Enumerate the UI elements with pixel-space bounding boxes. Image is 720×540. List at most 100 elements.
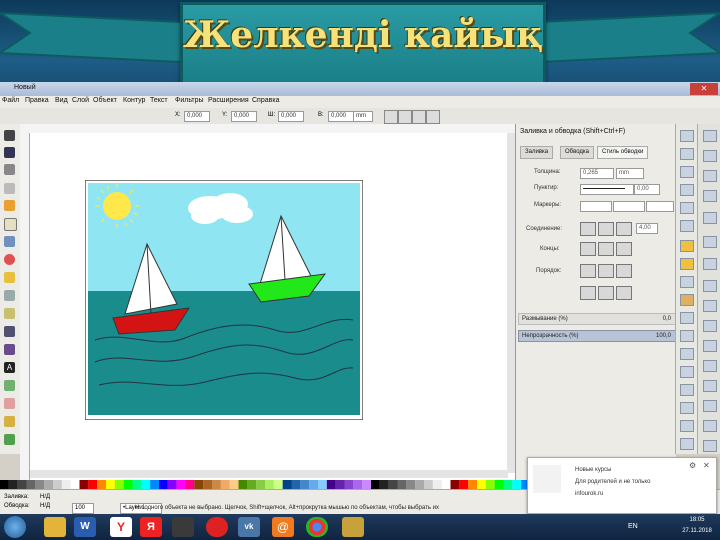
palette-swatch[interactable]: [441, 480, 451, 489]
menu-view[interactable]: Вид: [55, 97, 68, 104]
palette-swatch[interactable]: [512, 480, 522, 489]
snap-path-icon[interactable]: [703, 236, 717, 248]
palette-swatch[interactable]: [291, 480, 301, 489]
palette-swatch[interactable]: [132, 480, 142, 489]
pen-tool-icon[interactable]: [4, 326, 15, 337]
x-field[interactable]: 0,000: [184, 111, 210, 122]
palette-swatch[interactable]: [35, 480, 45, 489]
snap-bbox-corner-icon[interactable]: [703, 190, 717, 202]
fill-indicator-value[interactable]: Н/Д: [40, 494, 50, 500]
width-unit-select[interactable]: mm: [616, 168, 644, 179]
zoom-selection-icon[interactable]: [680, 312, 694, 324]
language-indicator[interactable]: EN: [628, 523, 638, 530]
w-field[interactable]: 0,000: [278, 111, 304, 122]
color-palette[interactable]: [0, 480, 530, 489]
vk-icon[interactable]: vk: [238, 517, 260, 537]
palette-swatch[interactable]: [353, 480, 363, 489]
palette-swatch[interactable]: [494, 480, 504, 489]
word-icon[interactable]: W: [74, 517, 96, 537]
palette-swatch[interactable]: [503, 480, 513, 489]
copy-icon[interactable]: [680, 276, 694, 288]
transform-gradient-button[interactable]: [412, 110, 426, 124]
ungroup-icon[interactable]: [680, 420, 694, 432]
palette-swatch[interactable]: [150, 480, 159, 489]
butt-cap-button[interactable]: [580, 242, 596, 256]
close-icon[interactable]: ✕: [703, 461, 710, 470]
blur-slider[interactable]: Размывание (%) 0,0: [518, 313, 678, 325]
tweak-tool-icon[interactable]: [4, 164, 15, 175]
inkscape-icon[interactable]: [172, 517, 194, 537]
palette-swatch[interactable]: [141, 480, 151, 489]
opera-icon[interactable]: [206, 517, 228, 537]
palette-swatch[interactable]: [415, 480, 424, 489]
palette-swatch[interactable]: [194, 480, 204, 489]
snap-text-icon[interactable]: [703, 380, 717, 392]
menu-filters[interactable]: Фильтры: [175, 97, 204, 104]
menu-extensions[interactable]: Расширения: [208, 97, 249, 104]
clock-date[interactable]: 27.11.2018: [680, 528, 714, 534]
snap-page-icon[interactable]: [703, 400, 717, 412]
opacity-field[interactable]: 100: [72, 503, 94, 514]
zoom-page-icon[interactable]: [680, 348, 694, 360]
menu-help[interactable]: Справка: [252, 97, 279, 104]
opacity-slider[interactable]: Непрозрачность (%) 100,0: [518, 330, 678, 342]
palette-swatch[interactable]: [97, 480, 106, 489]
horizontal-scrollbar[interactable]: [30, 470, 508, 478]
clock-time[interactable]: 18:05: [680, 517, 714, 523]
snap-nodes-icon[interactable]: [703, 212, 717, 224]
dashes-select[interactable]: [580, 184, 634, 195]
eraser-tool-icon[interactable]: [4, 398, 15, 409]
palette-swatch[interactable]: [53, 480, 62, 489]
y-field[interactable]: 0,000: [231, 111, 257, 122]
transform-pattern-button[interactable]: [426, 110, 440, 124]
palette-swatch[interactable]: [282, 480, 292, 489]
order-stroke-fill-button[interactable]: [598, 264, 614, 278]
start-button[interactable]: [4, 516, 26, 538]
snap-bbox-edge-icon[interactable]: [703, 170, 717, 182]
palette-swatch[interactable]: [88, 480, 98, 489]
fill-stroke-icon[interactable]: [680, 438, 694, 450]
text-tool-icon[interactable]: A: [4, 362, 15, 373]
square-cap-button[interactable]: [616, 242, 632, 256]
spiral-tool-icon[interactable]: [4, 290, 15, 301]
group-icon[interactable]: [680, 402, 694, 414]
palette-swatch[interactable]: [397, 480, 407, 489]
paste-icon[interactable]: [680, 294, 694, 306]
palette-swatch[interactable]: [273, 480, 283, 489]
duplicate-icon[interactable]: [680, 366, 694, 378]
palette-swatch[interactable]: [159, 480, 168, 489]
palette-swatch[interactable]: [450, 480, 460, 489]
print-icon[interactable]: [680, 184, 694, 196]
palette-swatch[interactable]: [44, 480, 53, 489]
palette-swatch[interactable]: [220, 480, 230, 489]
snap-grid-icon[interactable]: [703, 420, 717, 432]
palette-swatch[interactable]: [485, 480, 495, 489]
palette-swatch[interactable]: [167, 480, 177, 489]
pencil-tool-icon[interactable]: [4, 308, 15, 319]
menu-file[interactable]: Файл: [2, 97, 19, 104]
round-join-button[interactable]: [598, 222, 614, 236]
tab-stroke-paint[interactable]: Обводка: [560, 146, 595, 159]
save-icon[interactable]: [680, 166, 694, 178]
palette-swatch[interactable]: [335, 480, 345, 489]
sailboat-drawing[interactable]: [85, 180, 363, 420]
snap-bbox-icon[interactable]: [703, 150, 717, 162]
order-markers-fill-button[interactable]: [616, 286, 632, 300]
calligraphy-tool-icon[interactable]: [4, 344, 15, 355]
yandex-browser-icon[interactable]: Y: [110, 517, 132, 537]
bevel-join-button[interactable]: [616, 222, 632, 236]
palette-swatch[interactable]: [432, 480, 442, 489]
close-icon[interactable]: ✕: [690, 83, 718, 95]
palette-swatch[interactable]: [344, 480, 354, 489]
snap-midpoint-icon[interactable]: [703, 320, 717, 332]
menu-edit[interactable]: Правка: [25, 97, 49, 104]
menu-text[interactable]: Текст: [150, 97, 168, 104]
palette-swatch[interactable]: [114, 480, 124, 489]
palette-swatch[interactable]: [379, 480, 389, 489]
snap-guide-icon[interactable]: [703, 440, 717, 452]
palette-swatch[interactable]: [79, 480, 89, 489]
transform-stroke-button[interactable]: [384, 110, 398, 124]
snap-smooth-icon[interactable]: [703, 300, 717, 312]
snap-intersection-icon[interactable]: [703, 258, 717, 270]
undo-icon[interactable]: [680, 240, 694, 252]
